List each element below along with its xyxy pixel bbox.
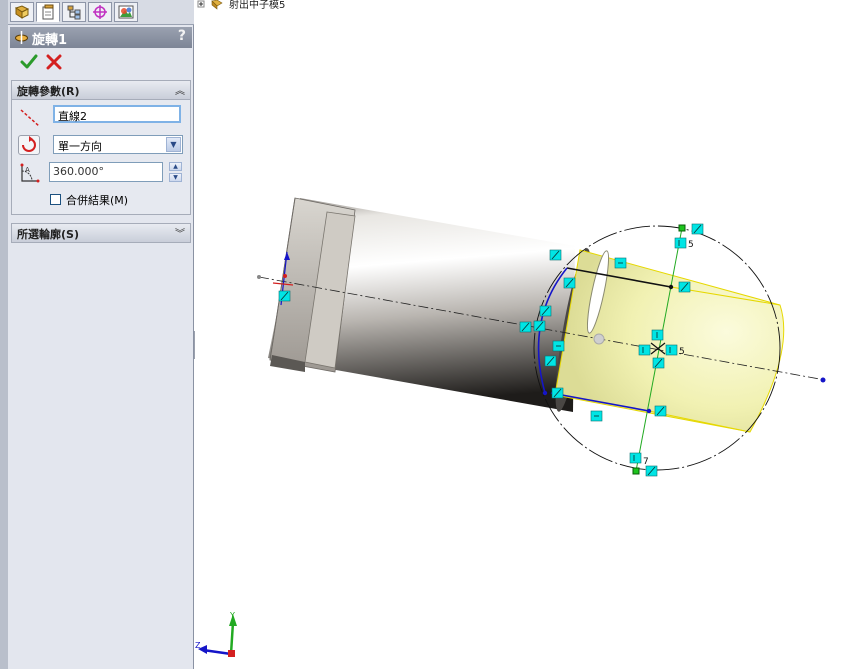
- target-icon: [93, 5, 107, 19]
- appearance-icon: [118, 5, 134, 19]
- revolve-parameters-header[interactable]: 旋轉參數(R) ︽: [12, 81, 190, 100]
- triad-z-label: Z: [195, 641, 201, 650]
- expand-chevron-icon[interactable]: ︾: [175, 225, 185, 240]
- svg-text:A: A: [25, 166, 30, 174]
- direction-type-select[interactable]: 單一方向 ▼: [53, 135, 183, 154]
- revolve-parameters-title: 旋轉參數(R): [17, 85, 80, 98]
- selected-contours-title: 所選輪廓(S): [17, 228, 79, 241]
- model-view: 射出中子模5 5 5 7 Y Z: [195, 0, 826, 657]
- tab-configuration-manager[interactable]: [62, 2, 86, 22]
- selected-contours-header[interactable]: 所選輪廓(S) ︾: [12, 224, 190, 243]
- revolve-parameters-group: 旋轉參數(R) ︽ 直線2 單一方向 ▼ A 360.000° ▲ ▼ 合併結果…: [11, 80, 191, 215]
- tree-node-part[interactable]: 射出中子模5: [197, 0, 285, 11]
- configuration-icon: [67, 5, 81, 20]
- feature-title: 旋轉1: [32, 33, 68, 48]
- dimension-mark: 5: [688, 240, 694, 250]
- feature-header: 旋轉1 ?: [10, 27, 192, 48]
- axis-selection-field[interactable]: 直線2: [53, 105, 181, 123]
- feature-tree-icon: [14, 5, 30, 19]
- collapse-chevron-icon[interactable]: ︽: [175, 82, 185, 97]
- merge-result-checkbox[interactable]: [50, 194, 61, 205]
- chevron-down-icon[interactable]: ▼: [166, 137, 181, 152]
- angle-decrement-button[interactable]: ▼: [169, 173, 182, 182]
- tab-feature-manager[interactable]: [10, 2, 34, 22]
- graphics-area[interactable]: 射出中子模5 5 5 7 Y Z: [195, 0, 842, 669]
- triad-y-label: Y: [229, 611, 235, 620]
- angle-input[interactable]: 360.000°: [49, 162, 163, 182]
- merge-result-label: 合併結果(M): [66, 194, 129, 207]
- reverse-direction-icon: [22, 136, 36, 152]
- dimension-mark: 5: [679, 347, 685, 357]
- help-button[interactable]: ?: [178, 28, 186, 44]
- angle-increment-button[interactable]: ▲: [169, 162, 182, 171]
- reverse-direction-button[interactable]: [18, 135, 40, 155]
- selected-contours-group: 所選輪廓(S) ︾: [11, 223, 191, 243]
- direction-type-value: 單一方向: [58, 140, 102, 153]
- revolve-preview: [554, 249, 785, 433]
- angle-icon: A: [20, 163, 40, 183]
- revolve-feature-icon: [15, 31, 28, 44]
- axis-of-revolution-icon: [20, 109, 40, 127]
- property-manager-icon: [42, 4, 54, 20]
- tree-node-label: 射出中子模5: [229, 0, 285, 11]
- tab-display-manager[interactable]: [114, 2, 138, 22]
- tab-property-manager[interactable]: [36, 2, 60, 22]
- dimension-mark: 7: [643, 457, 649, 467]
- manager-tabs: [8, 0, 194, 25]
- cancel-button[interactable]: [46, 54, 62, 70]
- view-triad: Y Z: [195, 611, 237, 657]
- tab-dimxpert-manager[interactable]: [88, 2, 112, 22]
- property-manager-panel: 旋轉1 ? 旋轉參數(R) ︽ 直線2 單一方向 ▼ A 360.000° ▲ …: [8, 0, 194, 669]
- ok-button[interactable]: [20, 54, 38, 70]
